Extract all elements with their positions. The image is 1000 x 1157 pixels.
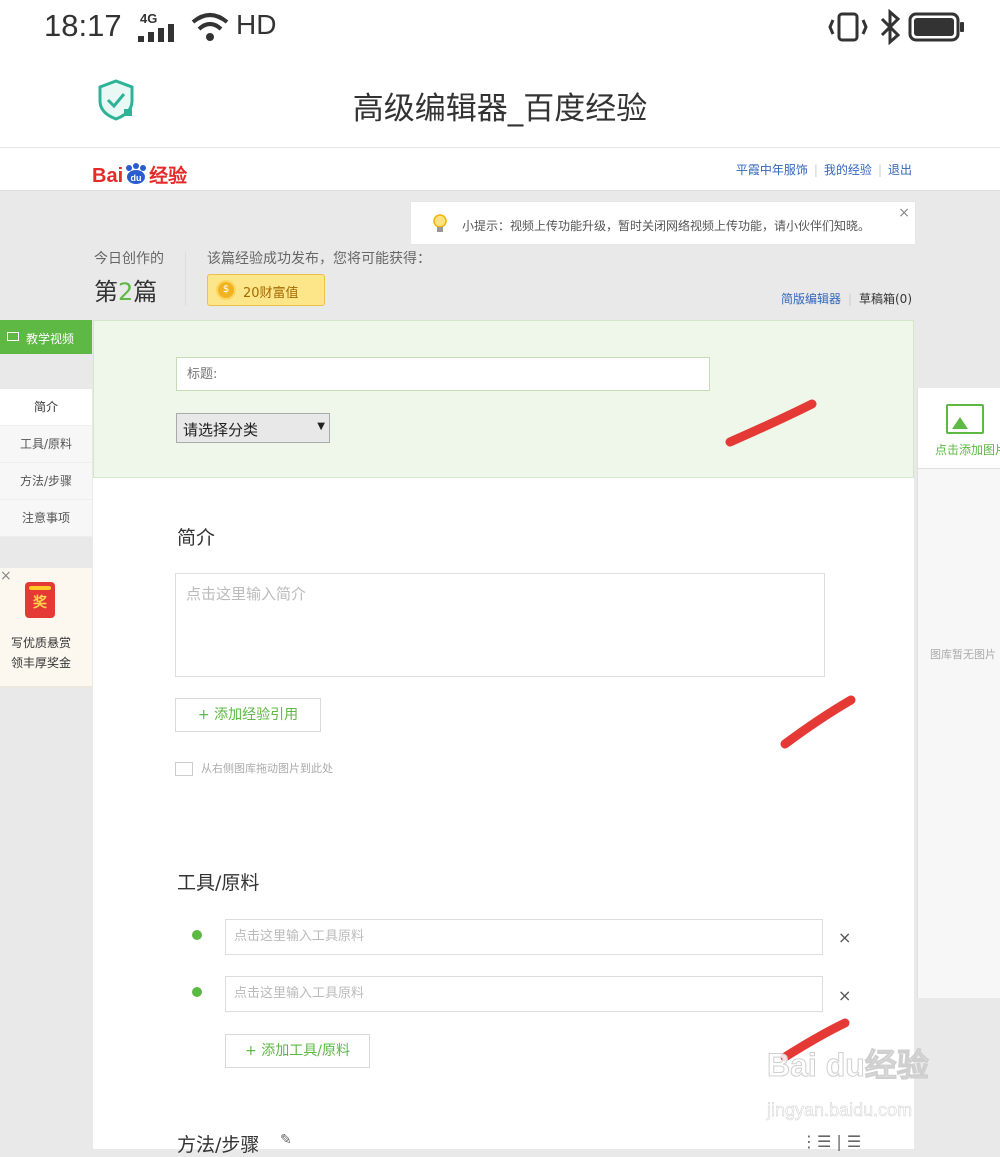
gallery-add-area[interactable]: 点击添加图片	[918, 388, 1000, 469]
logout-link[interactable]: 退出	[888, 163, 912, 177]
wifi-icon	[191, 13, 229, 41]
intro-textarea[interactable]: 点击这里输入简介	[175, 573, 825, 677]
remove-tool-1-button[interactable]: ×	[838, 928, 851, 947]
intro-placeholder: 点击这里输入简介	[186, 585, 307, 603]
video-tutorial-tab[interactable]: 教学视频	[0, 320, 92, 354]
tip-text: 小提示：视频上传功能升级，暂时关闭网络视频上传功能，请小伙伴们知晓。	[462, 219, 871, 233]
tip-banner: 小提示：视频上传功能升级，暂时关闭网络视频上传功能，请小伙伴们知晓。 ×	[410, 201, 916, 245]
my-experience-link[interactable]: 我的经验	[824, 163, 872, 177]
list-format-icon[interactable]: ⋮☰ | ☰	[801, 1132, 861, 1151]
logo-part3: 经验	[149, 166, 188, 187]
status-bar: 18:17 4G HD	[0, 0, 1000, 55]
drag-hint-text: 从右侧图库拖动图片到此处	[201, 762, 333, 775]
tools-section-title: 工具/原料	[177, 872, 260, 894]
status-time: 18:17	[44, 8, 122, 43]
user-link[interactable]: 平霞中年服饰	[736, 163, 808, 177]
image-icon	[175, 762, 193, 776]
lightbulb-icon	[433, 214, 447, 232]
add-tool-button[interactable]: + 添加工具/原料	[225, 1034, 370, 1068]
paw-icon: du	[126, 163, 147, 184]
logo-part1: Bai	[92, 165, 124, 187]
coin-icon: $	[216, 280, 236, 300]
reward-promo[interactable]: × 奖 写优质悬赏 领丰厚奖金	[0, 568, 92, 687]
add-reference-button[interactable]: + 添加经验引用	[175, 698, 321, 732]
method-section-title: 方法/步骤	[177, 1134, 260, 1156]
svg-text:du: du	[131, 173, 142, 183]
video-tab-label: 教学视频	[26, 332, 75, 346]
editor-links: 简版编辑器 | 草稿箱(0)	[780, 292, 912, 306]
drafts-link[interactable]: 草稿箱(0)	[859, 292, 912, 306]
vibrate-icon	[828, 12, 868, 42]
tool-input-1[interactable]: 点击这里输入工具原料	[225, 919, 823, 955]
hd-badge: HD	[236, 9, 277, 40]
page-title: 高级编辑器_百度经验	[352, 91, 648, 127]
battery-icon	[908, 12, 964, 42]
signal-icon	[138, 24, 174, 42]
baidu-logo[interactable]: Bai du 经验	[92, 161, 187, 188]
today-count: 第2篇	[94, 272, 157, 307]
editor-panel: 请选择分类 ▼ 简介 点击这里输入简介 + 添加经验引用 从右侧图库拖动图片到此…	[93, 320, 914, 1156]
title-category-panel: 请选择分类 ▼	[93, 320, 914, 478]
video-icon	[7, 332, 19, 341]
simple-editor-link[interactable]: 简版编辑器	[781, 292, 841, 306]
top-links: 平霞中年服饰 | 我的经验 | 退出	[735, 163, 912, 177]
promo-line1: 写优质悬赏	[10, 636, 71, 650]
promo-line2: 领丰厚奖金	[10, 656, 71, 670]
site-header: Bai du 经验 平霞中年服饰 | 我的经验 | 退出	[0, 148, 1000, 191]
section-nav: 简介 工具/原料 方法/步骤 注意事项	[0, 389, 92, 537]
gallery-empty-text: 图库暂无图片	[930, 648, 996, 661]
red-envelope-icon: 奖	[25, 582, 55, 618]
watermark-brand: Bai du经验	[767, 1047, 930, 1084]
bluetooth-icon	[880, 9, 901, 45]
nav-item-steps[interactable]: 方法/步骤	[0, 463, 92, 500]
edit-icon[interactable]: ✎	[280, 1132, 292, 1148]
gallery-add-label: 点击添加图片	[935, 443, 1000, 457]
tool-input-2[interactable]: 点击这里输入工具原料	[225, 976, 823, 1012]
tool-bullet-icon	[192, 930, 202, 940]
dropdown-arrow-icon: ▼	[317, 421, 325, 432]
nav-item-tools[interactable]: 工具/原料	[0, 426, 92, 463]
remove-tool-2-button[interactable]: ×	[838, 986, 851, 1005]
count-prefix: 第	[94, 278, 118, 306]
nav-item-notes[interactable]: 注意事项	[0, 500, 92, 537]
browser-title-bar: 高级编辑器_百度经验	[0, 55, 1000, 148]
count-value: 2	[118, 278, 134, 306]
count-suffix: 篇	[133, 278, 158, 306]
title-input[interactable]	[176, 357, 710, 391]
promo-badge: 奖	[33, 595, 47, 611]
reward-label: 该篇经验成功发布，您将可能获得：	[207, 251, 431, 267]
drag-image-hint: 从右侧图库拖动图片到此处	[175, 760, 333, 776]
reward-badge: $ 20财富值	[207, 274, 325, 306]
intro-section-title: 简介	[177, 527, 216, 549]
reward-value: 20财富值	[243, 286, 299, 301]
tip-close-button[interactable]: ×	[898, 205, 910, 221]
nav-item-intro[interactable]: 简介	[0, 389, 92, 426]
add-image-icon	[946, 404, 984, 434]
category-select[interactable]: 请选择分类 ▼	[176, 413, 330, 443]
stats-divider	[185, 252, 186, 306]
watermark-url: jingyan.baidu.com	[767, 1100, 913, 1121]
today-created-label: 今日创作的	[94, 251, 164, 267]
tool-bullet-icon	[192, 987, 202, 997]
image-gallery: 点击添加图片 图库暂无图片	[917, 388, 1000, 998]
category-selected: 请选择分类	[183, 421, 259, 439]
promo-close-button[interactable]: ×	[0, 568, 12, 584]
